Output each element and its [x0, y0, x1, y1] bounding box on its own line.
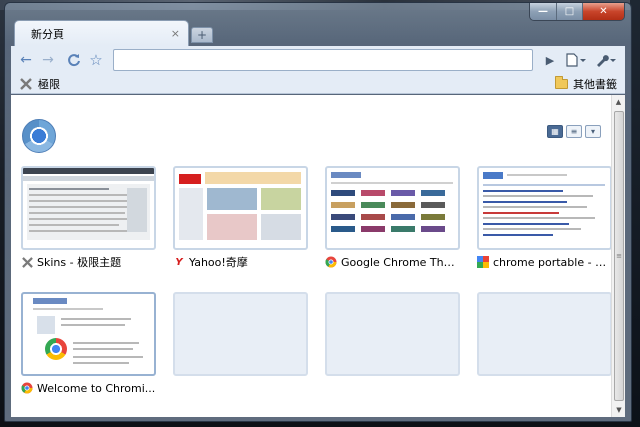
empty-tile: [325, 292, 460, 376]
yahoo-favicon-icon: Y: [175, 256, 183, 268]
maximize-button[interactable]: □: [556, 3, 582, 20]
most-visited-tile[interactable]: Google Chrome The...: [325, 166, 460, 270]
new-tab-button[interactable]: +: [191, 27, 213, 43]
thumbnail-view-toggle[interactable]: ▦: [547, 125, 563, 138]
tab-new-tab[interactable]: 新分頁 ×: [14, 20, 189, 46]
most-visited-tile[interactable]: chrome portable - G...: [477, 166, 612, 270]
omnibox-input[interactable]: [113, 49, 533, 71]
wrench-menu-button[interactable]: [591, 49, 621, 71]
view-options-toggle[interactable]: ▾: [585, 125, 601, 138]
most-visited-tile[interactable]: Y Yahoo!奇摩: [173, 166, 308, 270]
empty-thumbnail: [477, 292, 612, 376]
forward-button[interactable]: →: [37, 49, 59, 71]
wrench-icon: [597, 55, 616, 67]
go-button[interactable]: ▶: [539, 49, 561, 71]
x-favicon-icon: [21, 256, 33, 268]
reload-button[interactable]: [63, 49, 85, 71]
browser-window: — □ ✕ 新分頁 × + ← → ☆ ▶ 極限 其他書籤 ▦ ≡ ▾ Skin…: [4, 2, 632, 422]
new-tab-page: ▦ ≡ ▾ Skins - 极限主题 Y Yahoo!奇摩 Google Chr…: [11, 95, 625, 417]
page-menu-button[interactable]: [561, 49, 591, 71]
tile-title: Welcome to Chromi...: [37, 381, 156, 395]
list-view-toggle[interactable]: ≡: [566, 125, 582, 138]
tile-title: Yahoo!奇摩: [189, 256, 248, 269]
empty-thumbnail: [325, 292, 460, 376]
x-favicon-icon: [19, 77, 33, 91]
other-bookmarks-folder[interactable]: 其他書籤: [554, 75, 617, 92]
folder-icon: [554, 75, 568, 91]
bookmarks-bar: 極限 其他書籤: [11, 74, 625, 94]
page-menu-icon: [566, 53, 586, 67]
scroll-thumb[interactable]: ≡: [614, 111, 624, 401]
tile-title: chrome portable - G...: [493, 255, 612, 269]
empty-tile: [173, 292, 308, 376]
chrome-favicon-icon: [21, 382, 33, 394]
other-bookmarks-label: 其他書籤: [573, 77, 617, 91]
close-window-button[interactable]: ✕: [582, 3, 624, 20]
tab-title: 新分頁: [31, 27, 64, 41]
bookmark-star-button[interactable]: ☆: [85, 49, 107, 71]
back-button[interactable]: ←: [15, 49, 37, 71]
bookmark-item-label: 極限: [38, 77, 60, 91]
tile-title: Skins - 极限主题: [37, 256, 122, 269]
bookmark-item[interactable]: 極限: [19, 76, 60, 92]
reload-icon: [68, 54, 80, 67]
empty-tile: [477, 292, 612, 376]
most-visited-tile[interactable]: Skins - 极限主题: [21, 166, 156, 270]
page-thumbnail[interactable]: [325, 166, 460, 250]
empty-thumbnail: [173, 292, 308, 376]
tile-title: Google Chrome The...: [341, 255, 460, 269]
google-favicon-icon: [477, 256, 489, 268]
page-thumbnail[interactable]: [21, 292, 156, 376]
page-thumbnail[interactable]: [21, 166, 156, 250]
page-thumbnail[interactable]: [477, 166, 612, 250]
view-toggles: ▦ ≡ ▾: [547, 125, 601, 138]
chromium-logo-icon: [22, 119, 56, 153]
minimize-button[interactable]: —: [530, 3, 556, 20]
toolbar: ← → ☆ ▶: [11, 46, 625, 74]
caption-buttons: — □ ✕: [529, 3, 625, 21]
vertical-scrollbar[interactable]: ▲ ≡ ▼: [611, 95, 625, 417]
most-visited-tile[interactable]: Welcome to Chromi...: [21, 292, 156, 396]
chrome-favicon-icon: [325, 256, 337, 268]
tab-close-icon[interactable]: ×: [171, 27, 180, 40]
scroll-up-arrow-icon[interactable]: ▲: [612, 95, 625, 109]
scroll-down-arrow-icon[interactable]: ▼: [612, 403, 626, 417]
page-thumbnail[interactable]: [173, 166, 308, 250]
